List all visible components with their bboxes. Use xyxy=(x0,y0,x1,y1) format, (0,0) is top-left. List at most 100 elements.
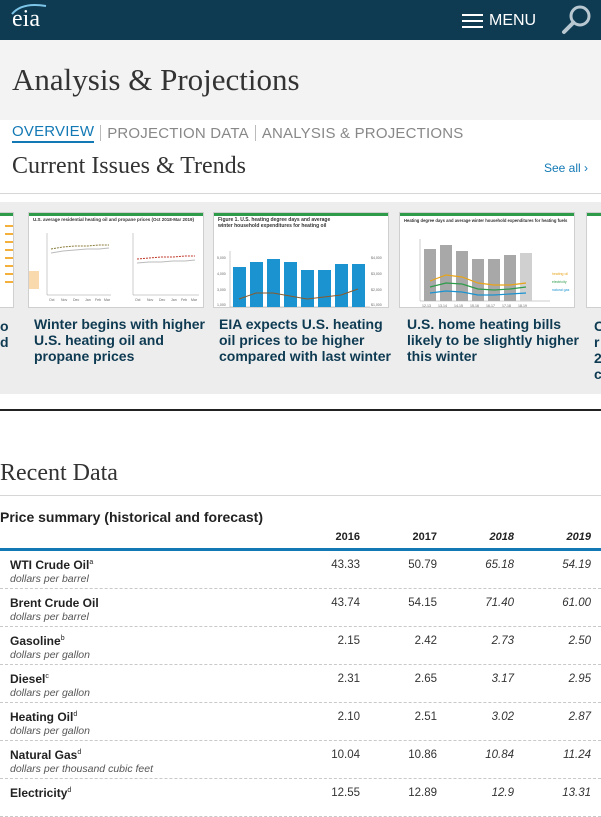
svg-text:$1,000: $1,000 xyxy=(371,303,382,307)
top-navigation-bar: eia MENU xyxy=(0,0,601,40)
partial-card-right[interactable]: C r 2 c xyxy=(586,212,601,384)
table-cell: 2.87 xyxy=(568,711,591,723)
svg-text:heating oil: heating oil xyxy=(552,272,568,276)
svg-text:Oct: Oct xyxy=(135,298,140,302)
svg-text:18-19: 18-19 xyxy=(518,304,527,308)
hamburger-icon xyxy=(462,14,483,28)
table-cell: 10.84 xyxy=(485,749,514,761)
tab-analysis-projections[interactable]: ANALYSIS & PROJECTIONS xyxy=(262,125,464,142)
card-caption[interactable]: U.S. home heating bills likely to be sli… xyxy=(407,316,583,364)
table-row: Natural Gasd dollars per thousand cubic f… xyxy=(0,741,601,779)
svg-text:Feb: Feb xyxy=(95,298,101,302)
row-unit: dollars per gallon xyxy=(10,725,90,737)
table-cell: 54.19 xyxy=(562,559,591,571)
table-cell: 3.02 xyxy=(491,711,514,723)
table-cell: 43.74 xyxy=(331,597,360,609)
partial-caption-line: d xyxy=(0,334,9,350)
tab-divider xyxy=(100,125,102,141)
table-cell: 2.31 xyxy=(337,673,360,685)
footnote-marker[interactable]: d xyxy=(73,711,77,718)
search-icon[interactable] xyxy=(560,3,594,37)
card-caption[interactable]: EIA expects U.S. heating oil prices to b… xyxy=(219,316,395,364)
svg-text:Jan: Jan xyxy=(171,298,177,302)
table-row: Electricityd 12.55 12.89 12.9 13.31 xyxy=(0,779,601,817)
partial-caption-line: C xyxy=(594,318,601,334)
footnote-marker[interactable]: d xyxy=(77,749,81,756)
menu-label: MENU xyxy=(489,12,537,29)
row-label: Brent Crude Oil xyxy=(10,596,99,610)
issue-card-heating-oil-forecast[interactable]: Figure 1. U.S. heating degree days and a… xyxy=(213,212,391,384)
divider xyxy=(0,495,601,496)
table-row: Heating Oild dollars per gallon 2.10 2.51 3.… xyxy=(0,703,601,741)
partial-card-left[interactable]: o d xyxy=(0,212,14,384)
svg-text:Nov: Nov xyxy=(61,298,67,302)
svg-text:$3,000: $3,000 xyxy=(371,272,382,276)
heating-oil-propane-mini-chart: Oct Nov Dec Jan Feb Mar Oct Nov Dec Jan Feb Mar xyxy=(29,233,199,302)
tab-overview[interactable]: OVERVIEW xyxy=(12,123,95,143)
row-name: WTI Crude Oil xyxy=(10,558,90,572)
row-label: Heating Oild xyxy=(10,710,77,724)
table-cell: 12.9 xyxy=(491,787,514,799)
divider xyxy=(0,193,601,194)
row-name: Gasoline xyxy=(10,634,61,648)
issue-card-home-heating-bills[interactable]: Heating degree days and average winter h… xyxy=(399,212,579,384)
row-name: Brent Crude Oil xyxy=(10,596,99,610)
section-tabs: OVERVIEW PROJECTION DATA ANALYSIS & PROJ… xyxy=(12,123,463,143)
menu-button[interactable]: MENU xyxy=(462,10,536,32)
row-unit: dollars per gallon xyxy=(10,687,90,699)
table-cell: 2.51 xyxy=(414,711,437,723)
table-cell: 11.24 xyxy=(563,749,591,761)
current-issues-heading: Current Issues & Trends xyxy=(12,153,247,179)
row-label: WTI Crude Oila xyxy=(10,558,93,572)
partial-caption-line: 2 xyxy=(594,350,601,366)
partial-caption-line: o xyxy=(0,318,9,334)
heating-oil-expenditure-mini-chart: 5,000 4,000 3,000 1,000 $4,000 $3,000 $2,000 $… xyxy=(217,251,382,307)
svg-text:3,000: 3,000 xyxy=(217,288,226,292)
table-row: WTI Crude Oila dollars per barrel 43.33 50.… xyxy=(0,551,601,589)
heating-bills-mini-chart: 12-13 13-14 14-15 15-16 16-17 17-18 18-19 heat… xyxy=(419,239,570,308)
column-header-2019: 2019 xyxy=(566,531,591,543)
table-cell: 2.95 xyxy=(568,673,591,685)
column-header-2016: 2016 xyxy=(335,531,360,543)
svg-text:Nov: Nov xyxy=(147,298,153,302)
row-unit: dollars per barrel xyxy=(10,611,89,623)
svg-text:5,000: 5,000 xyxy=(217,256,226,260)
row-unit: dollars per thousand cubic feet xyxy=(10,763,154,775)
svg-text:Mar: Mar xyxy=(191,298,198,302)
table-cell: 65.18 xyxy=(485,559,514,571)
table-cell: 2.50 xyxy=(568,635,591,647)
footnote-marker[interactable]: d xyxy=(67,787,71,794)
table-cell: 54.15 xyxy=(408,597,437,609)
table-cell: 2.15 xyxy=(337,635,360,647)
table-cell: 2.42 xyxy=(414,635,437,647)
see-all-link[interactable]: See all › xyxy=(544,161,588,175)
row-unit: dollars per barrel xyxy=(10,573,89,585)
tab-divider xyxy=(254,125,256,141)
footnote-marker[interactable]: a xyxy=(89,559,93,566)
row-name: Heating Oil xyxy=(10,710,74,724)
table-cell: 43.33 xyxy=(331,559,360,571)
footnote-marker[interactable]: b xyxy=(61,635,65,642)
table-cell: 12.89 xyxy=(408,787,437,799)
svg-text:12-13: 12-13 xyxy=(422,304,431,308)
tab-projection-data[interactable]: PROJECTION DATA xyxy=(107,125,249,142)
table-cell: 50.79 xyxy=(408,559,437,571)
card-caption[interactable]: Winter begins with higher U.S. heating o… xyxy=(34,316,210,364)
svg-text:16-17: 16-17 xyxy=(486,304,495,308)
table-cell: 10.04 xyxy=(331,749,360,761)
row-label: Natural Gasd xyxy=(10,748,81,762)
row-label: Electricityd xyxy=(10,786,71,800)
table-cell: 2.73 xyxy=(491,635,514,647)
table-cell: 13.31 xyxy=(562,787,591,799)
page-title: Analysis & Projections xyxy=(12,62,300,97)
svg-text:Dec: Dec xyxy=(159,298,165,302)
card-chart-thumbnail: U.S. average residential heating oil and… xyxy=(28,212,204,308)
footnote-marker[interactable]: c xyxy=(45,673,49,680)
table-row: Dieselc dollars per gallon 2.31 2.65 3.17 2.9… xyxy=(0,665,601,703)
svg-text:Feb: Feb xyxy=(181,298,187,302)
table-row: Brent Crude Oil dollars per barrel 43.74 54… xyxy=(0,589,601,627)
svg-text:14-15: 14-15 xyxy=(454,304,463,308)
issues-carousel[interactable]: o d U.S. average residential heating oil… xyxy=(0,202,601,394)
table-cell: 10.86 xyxy=(408,749,437,761)
issue-card-heating-oil-propane[interactable]: U.S. average residential heating oil and… xyxy=(28,212,205,384)
